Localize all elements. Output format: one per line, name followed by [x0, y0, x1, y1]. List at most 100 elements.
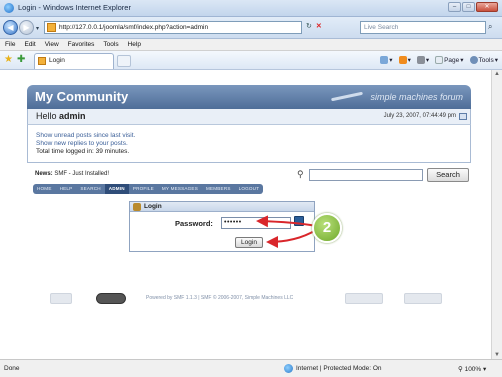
- login-button[interactable]: Login: [235, 237, 263, 248]
- vertical-scrollbar[interactable]: ▲ ▼: [491, 70, 502, 359]
- search-icon: ⚲: [297, 169, 304, 179]
- address-bar[interactable]: http://127.0.0.1/joomla/smf/index.php?ac…: [44, 21, 302, 34]
- menu-favorites[interactable]: Favorites: [68, 39, 95, 50]
- nav-tab-members[interactable]: MEMBERS: [201, 184, 235, 194]
- address-url: http://127.0.0.1/joomla/smf/index.php?ac…: [59, 24, 209, 31]
- current-datetime: July 23, 2007, 07:44:49 pm: [383, 113, 456, 119]
- address-toolbar: ◀ ▶ ▾ http://127.0.0.1/joomla/smf/index.…: [0, 17, 502, 39]
- nav-tab-home[interactable]: HOME: [33, 184, 56, 194]
- status-text: Done: [4, 365, 20, 372]
- tab-page-icon: [38, 57, 46, 65]
- forum-nav-tabs: HOME HELP SEARCH ADMIN PROFILE MY MESSAG…: [33, 184, 471, 194]
- new-tab-button[interactable]: [117, 55, 131, 67]
- password-field[interactable]: ••••••: [221, 217, 291, 229]
- window-title: Login - Windows Internet Explorer: [18, 3, 131, 12]
- menu-tools[interactable]: Tools: [103, 39, 118, 50]
- menu-help[interactable]: Help: [128, 39, 141, 50]
- forum-header: My Community simple machines forum: [27, 85, 471, 109]
- live-search-input[interactable]: Live Search: [360, 21, 486, 34]
- menu-view[interactable]: View: [45, 39, 59, 50]
- nav-tab-search[interactable]: SEARCH: [76, 184, 105, 194]
- password-hash-icon: [294, 216, 304, 226]
- nav-tab-my-messages[interactable]: MY MESSAGES: [157, 184, 202, 194]
- greeting-username: admin: [59, 111, 86, 121]
- password-label: Password:: [175, 219, 213, 228]
- back-button[interactable]: ◀: [3, 20, 18, 35]
- page-icon: [47, 23, 56, 32]
- step-callout-badge: 2: [312, 213, 342, 243]
- rss-icon: [398, 56, 407, 64]
- login-box-title: Login: [144, 203, 162, 210]
- feeds-button[interactable]: ▾: [398, 56, 411, 64]
- minimize-button[interactable]: ‒: [448, 2, 461, 12]
- scroll-down-icon[interactable]: ▼: [494, 352, 500, 358]
- menu-file[interactable]: File: [5, 39, 15, 50]
- refresh-icon[interactable]: ↻: [306, 22, 312, 30]
- smf-swoosh-logo: [331, 91, 363, 102]
- zoom-level[interactable]: ⚲ 100% ▾: [458, 365, 486, 373]
- maximize-button[interactable]: □: [462, 2, 475, 12]
- tools-menu-label: Tools: [478, 56, 494, 64]
- user-greeting-bar: Hello admin July 23, 2007, 07:44:49 pm: [27, 109, 471, 125]
- key-icon: [133, 203, 141, 211]
- ie-logo-icon: [4, 3, 14, 13]
- tab-label: Login: [49, 57, 65, 64]
- tab-login[interactable]: Login: [34, 53, 114, 69]
- menu-edit[interactable]: Edit: [24, 39, 35, 50]
- page-menu-icon: [435, 56, 444, 64]
- security-zone[interactable]: Internet | Protected Mode: On: [284, 364, 382, 373]
- home-icon: [380, 56, 389, 64]
- recent-pages-icon[interactable]: ▾: [36, 25, 39, 32]
- status-bar: Done Internet | Protected Mode: On ⚲ 100…: [0, 359, 502, 377]
- footer-copyright: Powered by SMF 1.1.3 | SMF © 2006-2007, …: [146, 295, 294, 301]
- css-badge[interactable]: [404, 293, 442, 304]
- login-box-header: Login: [130, 202, 314, 212]
- page-menu[interactable]: Page ▾: [435, 56, 464, 64]
- user-info-panel: Show unread posts since last visit. Show…: [27, 125, 471, 163]
- stop-icon[interactable]: ✕: [316, 22, 322, 30]
- new-replies-link[interactable]: Show new replies to your posts.: [36, 140, 462, 148]
- globe-icon: [284, 364, 293, 373]
- gear-icon: [469, 56, 478, 64]
- window-titlebar: Login - Windows Internet Explorer ‒ □ ✕: [0, 0, 502, 17]
- forum-search-button[interactable]: Search: [427, 168, 469, 182]
- smf-logo: simple machines forum: [370, 92, 463, 102]
- forum-search-input[interactable]: [309, 169, 423, 181]
- print-button[interactable]: ▾: [416, 56, 429, 64]
- zoom-value: 100%: [464, 366, 482, 373]
- close-window-button[interactable]: ✕: [476, 2, 498, 12]
- address-actions: ↻ ✕: [306, 22, 322, 30]
- window-controls: ‒ □ ✕: [448, 2, 498, 12]
- nav-tab-help[interactable]: HELP: [55, 184, 77, 194]
- magnifier-icon: ⚲: [458, 366, 465, 373]
- page-viewport: ▲ ▼ My Community simple machines forum H…: [0, 70, 502, 359]
- page-menu-label: Page: [444, 56, 460, 64]
- time-logged-in: Total time logged in: 39 minutes.: [36, 148, 130, 155]
- tab-bar: ★ ✚ Login ▾ ▾ ▾ Page ▾ Tools ▾: [0, 51, 502, 70]
- nav-tab-admin[interactable]: ADMIN: [104, 184, 129, 194]
- nav-tab-logout[interactable]: LOGOUT: [234, 184, 264, 194]
- xhtml-badge[interactable]: [345, 293, 383, 304]
- forum-title: My Community: [35, 89, 129, 104]
- security-zone-label: Internet | Protected Mode: On: [296, 365, 382, 372]
- forum-container: My Community simple machines forum Hello…: [27, 85, 471, 194]
- search-go-icon[interactable]: ⌕: [488, 22, 492, 32]
- tools-menu[interactable]: Tools ▾: [469, 56, 498, 64]
- news-search-row: News: SMF - Just Installed! ⚲ Search: [27, 166, 471, 184]
- home-button[interactable]: ▾: [380, 56, 393, 64]
- forward-button[interactable]: ▶: [19, 20, 34, 35]
- favorites-center-icon[interactable]: ★: [4, 54, 13, 66]
- unread-posts-link[interactable]: Show unread posts since last visit.: [36, 132, 462, 140]
- add-favorite-icon[interactable]: ✚: [17, 54, 25, 66]
- nav-tab-profile[interactable]: PROFILE: [128, 184, 158, 194]
- php-badge[interactable]: [96, 293, 126, 304]
- greeting: Hello admin: [36, 111, 86, 121]
- print-icon: [416, 56, 425, 64]
- scroll-up-icon[interactable]: ▲: [494, 71, 500, 77]
- news-text: SMF - Just Installed!: [52, 171, 110, 177]
- command-bar: ▾ ▾ ▾ Page ▾ Tools ▾: [380, 56, 498, 64]
- mysql-badge[interactable]: [50, 293, 72, 304]
- news-line: News: SMF - Just Installed!: [35, 171, 109, 177]
- collapse-icon[interactable]: [459, 113, 467, 120]
- forum-footer: Powered by SMF 1.1.3 | SMF © 2006-2007, …: [50, 293, 470, 305]
